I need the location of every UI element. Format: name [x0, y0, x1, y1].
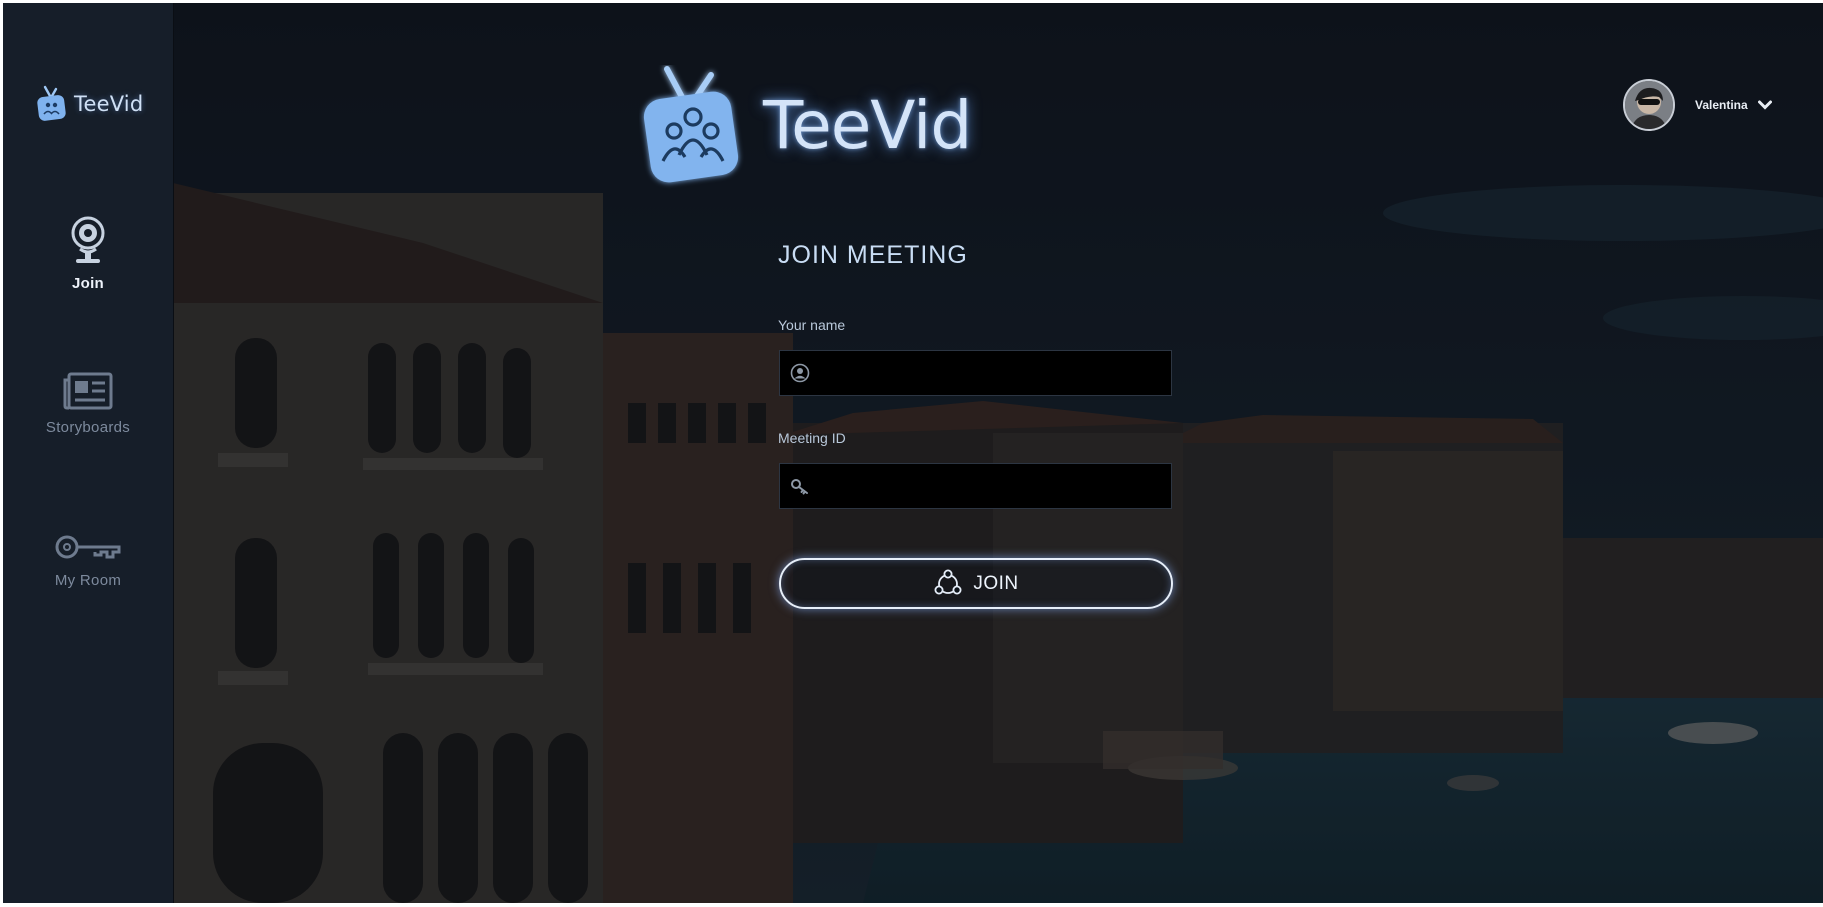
sidebar-brand-text: TeeVid: [74, 92, 144, 116]
avatar[interactable]: [1623, 79, 1675, 131]
app-window: TeeVid Join Storyboards My Room TeeVid V…: [3, 3, 1823, 903]
sidebar-item-storyboards[interactable]: Storyboards: [3, 371, 173, 436]
sidebar-item-label: Storyboards: [45, 419, 131, 436]
chevron-down-icon[interactable]: [1757, 100, 1772, 110]
share-network-icon: [934, 569, 962, 594]
meeting-id-label: Meeting ID: [778, 430, 846, 446]
sidebar-item-join[interactable]: Join: [3, 215, 173, 292]
webcam-icon: [71, 216, 105, 263]
newspaper-icon: [63, 372, 113, 410]
sidebar: TeeVid Join Storyboards My Room: [3, 3, 174, 903]
meeting-id-field-container: [779, 463, 1172, 509]
sidebar-item-my-room[interactable]: My Room: [3, 530, 173, 589]
sidebar-logo[interactable]: TeeVid: [36, 85, 143, 123]
sidebar-item-label: My Room: [54, 572, 122, 589]
your-name-field-container: [779, 350, 1172, 396]
user-menu[interactable]: Valentina: [1623, 79, 1772, 131]
your-name-input[interactable]: [818, 352, 1171, 394]
user-name: Valentina: [1695, 98, 1748, 112]
your-name-label: Your name: [778, 317, 846, 333]
tv-logo-icon: [643, 66, 739, 183]
user-icon: [790, 363, 810, 383]
key-icon: [55, 535, 121, 559]
key-icon: [791, 479, 808, 495]
page-title: JOIN MEETING: [778, 241, 968, 269]
brand-title: TeeVid: [763, 87, 972, 164]
avatar-image: [1625, 81, 1673, 129]
meeting-id-input[interactable]: [818, 465, 1171, 507]
tv-logo-icon: [37, 85, 66, 121]
join-button[interactable]: JOIN: [779, 558, 1173, 609]
sidebar-item-label: Join: [71, 275, 105, 292]
join-button-label: JOIN: [973, 572, 1019, 594]
app-root: TeeVid Join Storyboards My Room TeeVid V…: [0, 0, 1823, 907]
